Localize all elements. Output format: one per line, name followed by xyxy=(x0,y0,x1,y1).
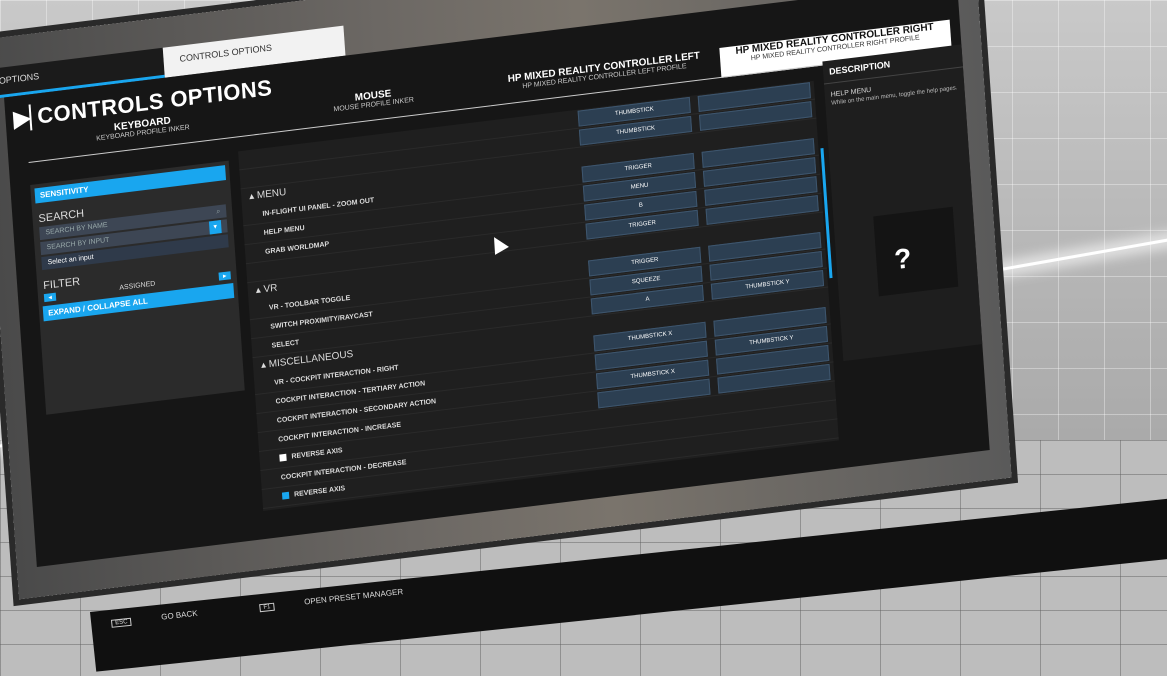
panel-content: ▶ CONTROLS OPTIONS KEYBOARD KEYBOARD PROF… xyxy=(4,0,990,567)
reverse-axis-checkbox-checked[interactable] xyxy=(281,492,290,500)
f1-key-icon: F1 xyxy=(259,602,275,613)
chevron-right-icon[interactable]: ▸ xyxy=(218,271,231,281)
help-icon: ? xyxy=(893,242,913,276)
back-arrow-icon[interactable]: ▶ xyxy=(12,104,33,133)
bindings-table: THUMBSTICK THUMBSTICK ▴ MENU IN-FLIGHT U… xyxy=(238,80,839,511)
filter-panel: SENSITIVITY SEARCH SEARCH BY NAME ⌕ SEAR… xyxy=(30,160,245,415)
go-back-button[interactable]: ESCGO BACK xyxy=(110,606,228,628)
chevron-down-icon[interactable]: ▾ xyxy=(208,219,222,235)
reverse-axis-checkbox[interactable] xyxy=(279,454,287,462)
search-icon: ⌕ xyxy=(216,208,221,216)
description-panel: DESCRIPTION HELP MENU While on the main … xyxy=(822,44,983,362)
chevron-left-icon[interactable]: ◂ xyxy=(43,292,57,303)
joystick-icon xyxy=(873,206,959,297)
controls-panel: OPTIONS CONTROLS OPTIONS ▶ CONTROLS OPTIO… xyxy=(0,0,1012,600)
esc-key-icon: ESC xyxy=(110,617,133,628)
open-preset-manager-button[interactable]: F1OPEN PRESET MANAGER xyxy=(259,584,433,613)
